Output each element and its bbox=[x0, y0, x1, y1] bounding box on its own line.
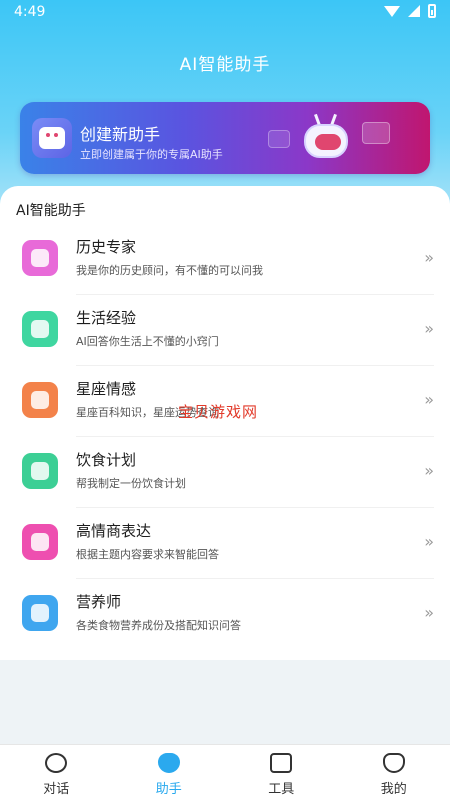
item-title: 高情商表达 bbox=[76, 522, 152, 540]
chat-icon bbox=[45, 753, 68, 773]
item-desc: 我是你的历史顾问，有不懂的可以问我 bbox=[76, 264, 263, 277]
chat-bubble-icon bbox=[22, 524, 58, 560]
history-book-icon bbox=[22, 240, 58, 276]
decor-card-icon bbox=[362, 122, 390, 144]
tab-label: 助手 bbox=[155, 782, 182, 797]
item-title: 历史专家 bbox=[76, 238, 137, 256]
item-desc: 根据主题内容要求来智能回答 bbox=[76, 548, 219, 561]
smile-chat-icon bbox=[32, 118, 72, 158]
signal-icon bbox=[408, 5, 420, 17]
robot-icon bbox=[300, 113, 352, 166]
tab-chat[interactable]: 对话 bbox=[0, 745, 113, 800]
star-badge-icon bbox=[22, 382, 58, 418]
heart-icon bbox=[157, 753, 180, 773]
banner-subtitle: 立即创建属于你的专属AI助手 bbox=[80, 148, 223, 161]
assistant-item-life[interactable]: 生活经验 AI回答你生活上不懂的小窍门 » bbox=[0, 295, 450, 366]
chevron-right-icon: » bbox=[424, 248, 434, 267]
item-title: 星座情感 bbox=[76, 380, 137, 398]
watermark: 宝贝游戏网 bbox=[178, 403, 259, 421]
chevron-right-icon: » bbox=[424, 461, 434, 480]
tab-label: 对话 bbox=[43, 782, 70, 797]
item-desc: 各类食物营养成份及搭配知识问答 bbox=[76, 619, 241, 632]
status-time: 4:49 bbox=[14, 4, 46, 20]
nutrition-box-icon bbox=[22, 595, 58, 631]
profile-icon bbox=[382, 753, 405, 773]
banner-title: 创建新助手 bbox=[80, 125, 161, 144]
section-title: AI智能助手 bbox=[16, 203, 86, 219]
item-title: 饮食计划 bbox=[76, 451, 137, 469]
chevron-right-icon: » bbox=[424, 390, 434, 409]
assistant-item-eq[interactable]: 高情商表达 根据主题内容要求来智能回答 » bbox=[0, 508, 450, 579]
status-icons bbox=[384, 4, 436, 18]
battery-icon bbox=[428, 4, 436, 18]
assistant-item-nutrition[interactable]: 营养师 各类食物营养成份及搭配知识问答 » bbox=[0, 579, 450, 650]
assistant-item-history[interactable]: 历史专家 我是你的历史顾问，有不懂的可以问我 » bbox=[0, 224, 450, 295]
chevron-right-icon: » bbox=[424, 319, 434, 338]
tab-label: 工具 bbox=[268, 782, 295, 797]
tab-me[interactable]: 我的 bbox=[338, 745, 450, 800]
item-title: 生活经验 bbox=[76, 309, 137, 327]
create-assistant-banner[interactable]: 创建新助手 立即创建属于你的专属AI助手 bbox=[20, 102, 430, 174]
assistant-list: 历史专家 我是你的历史顾问，有不懂的可以问我 » 生活经验 AI回答你生活上不懂… bbox=[0, 224, 450, 650]
chef-hat-icon bbox=[22, 453, 58, 489]
item-desc: 帮我制定一份饮食计划 bbox=[76, 477, 186, 490]
folder-icon bbox=[270, 753, 293, 773]
assistant-panel: AI智能助手 历史专家 我是你的历史顾问，有不懂的可以问我 » 生活经验 AI回… bbox=[0, 186, 450, 660]
tab-label: 我的 bbox=[380, 782, 407, 797]
chevron-right-icon: » bbox=[424, 603, 434, 622]
assistant-item-diet[interactable]: 饮食计划 帮我制定一份饮食计划 » bbox=[0, 437, 450, 508]
item-title: 营养师 bbox=[76, 593, 122, 611]
tab-assistant[interactable]: 助手 bbox=[113, 745, 226, 800]
bottom-tab-bar: 对话 助手 工具 我的 bbox=[0, 744, 450, 800]
item-desc: AI回答你生活上不懂的小窍门 bbox=[76, 335, 219, 348]
decor-card-icon bbox=[268, 130, 290, 148]
calendar-tips-icon bbox=[22, 311, 58, 347]
page-title: AI智能助手 bbox=[179, 55, 271, 75]
status-bar: 4:49 bbox=[0, 0, 450, 26]
chevron-right-icon: » bbox=[424, 532, 434, 551]
tab-tools[interactable]: 工具 bbox=[225, 745, 338, 800]
wifi-icon bbox=[384, 5, 400, 17]
